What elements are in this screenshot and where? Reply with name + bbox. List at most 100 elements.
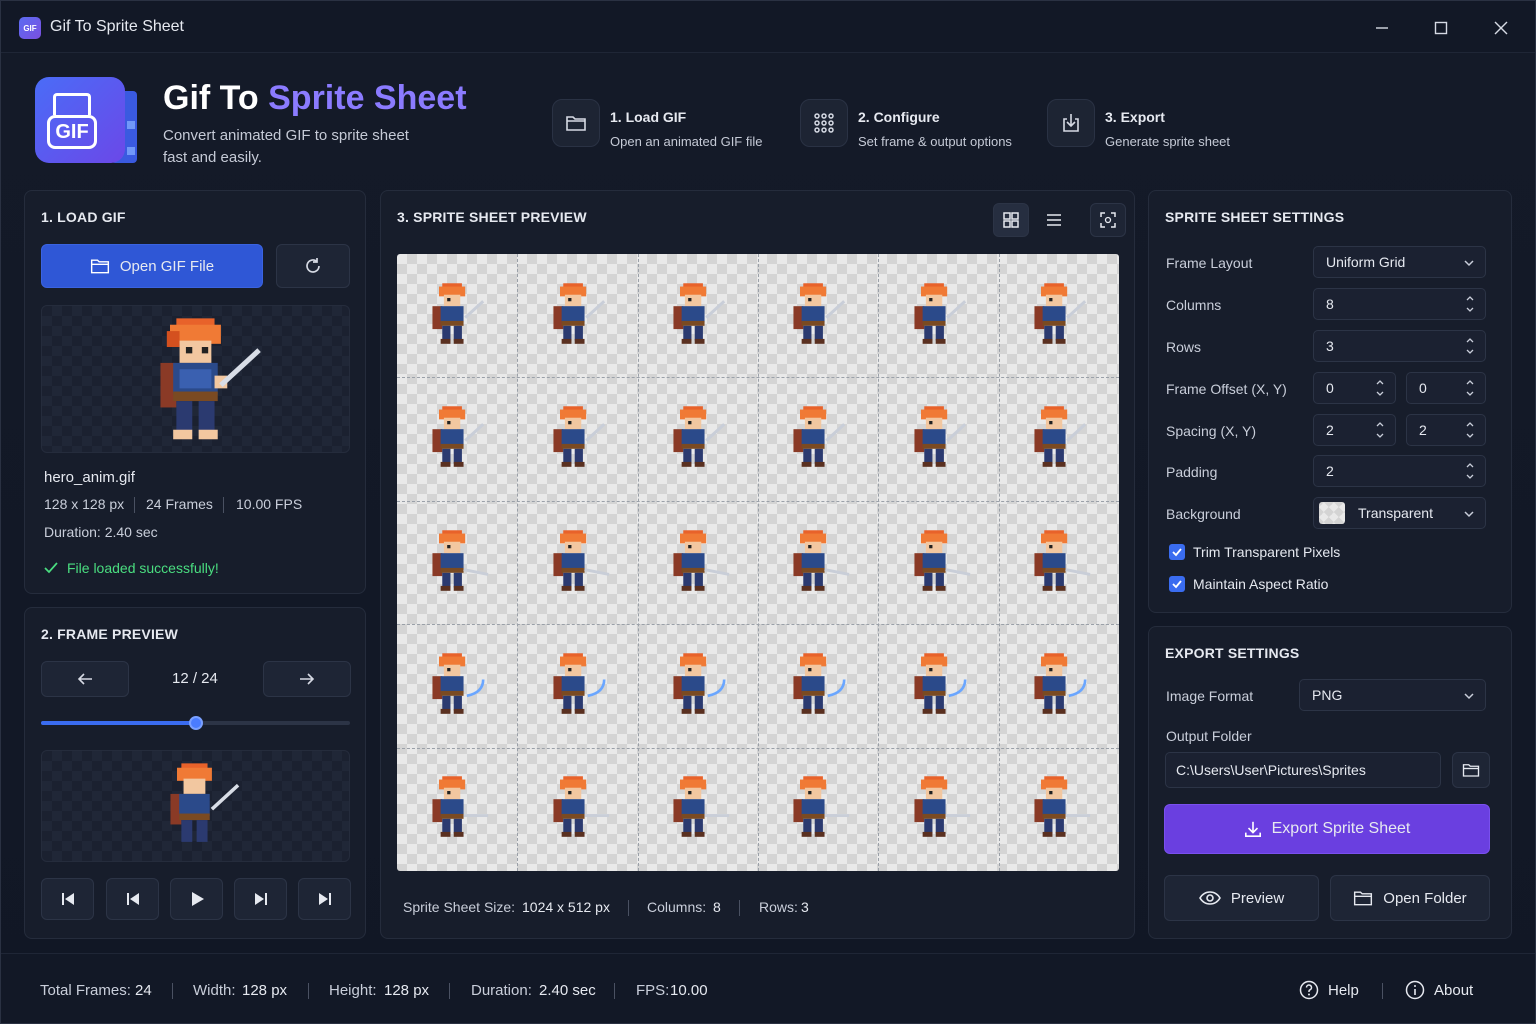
columns-stepper[interactable]: 8 [1313, 288, 1486, 320]
minimize-button[interactable] [1367, 13, 1397, 43]
last-frame-button[interactable] [298, 878, 351, 920]
sprite-frame[interactable] [1026, 773, 1092, 850]
grid-line [397, 747, 1119, 749]
sprite-frame[interactable] [545, 773, 611, 850]
status-total-frames: 24 [135, 982, 152, 999]
sprite-frame[interactable] [424, 280, 490, 357]
frame-layout-label: Frame Layout [1166, 255, 1253, 271]
sprite-frame[interactable] [665, 280, 731, 357]
grid-view-icon [1003, 212, 1019, 228]
help-button[interactable]: Help [1299, 978, 1359, 1002]
close-button[interactable] [1486, 13, 1516, 43]
sprite-frame[interactable] [906, 527, 972, 604]
hero-sprite-image [552, 776, 609, 838]
sprite-frame[interactable] [545, 650, 611, 727]
sprite-frame[interactable] [665, 403, 731, 480]
trim-checkbox[interactable] [1169, 544, 1185, 560]
sprite-frame[interactable] [785, 403, 851, 480]
output-folder-input[interactable]: C:\Users\User\Pictures\Sprites [1165, 752, 1441, 788]
folder-icon [1354, 891, 1373, 906]
sprite-frame[interactable] [545, 280, 611, 357]
hero-sprite-image [160, 318, 261, 440]
fit-view-button[interactable] [1090, 203, 1126, 237]
sprite-frame[interactable] [545, 527, 611, 604]
window-title: Gif To Sprite Sheet [50, 18, 184, 35]
grid-line [397, 624, 1119, 626]
sprite-frame[interactable] [1026, 650, 1092, 727]
hero-sprite-image [432, 776, 489, 838]
prev-frame-button[interactable] [41, 661, 129, 697]
rows-stepper[interactable]: 3 [1313, 330, 1486, 362]
reload-button[interactable] [276, 244, 350, 288]
sprite-frame[interactable] [906, 650, 972, 727]
aspect-ratio-checkbox[interactable] [1169, 576, 1185, 592]
background-select[interactable]: Transparent [1313, 497, 1486, 529]
app-logo: GIF [35, 77, 137, 165]
status-width: 128 px [242, 982, 288, 999]
status-width-label: Width: [193, 982, 236, 999]
spacing-label: Spacing (X, Y) [1166, 423, 1257, 439]
browse-folder-button[interactable] [1452, 752, 1490, 788]
sprite-frame[interactable] [665, 650, 731, 727]
spacing-x-stepper[interactable]: 2 [1313, 414, 1396, 446]
current-frame-image [170, 763, 240, 842]
sprite-frame[interactable] [424, 773, 490, 850]
about-button[interactable]: About [1405, 978, 1473, 1002]
sprite-frame[interactable] [1026, 403, 1092, 480]
spacing-y-stepper[interactable]: 2 [1406, 414, 1486, 446]
step-forward-button[interactable] [234, 878, 287, 920]
frame-layout-select[interactable]: Uniform Grid [1313, 246, 1486, 278]
preview-button[interactable]: Preview [1164, 875, 1319, 921]
grid-view-button[interactable] [993, 203, 1029, 237]
sprite-frame[interactable] [906, 773, 972, 850]
sprite-frame[interactable] [545, 403, 611, 480]
sprite-frame[interactable] [424, 403, 490, 480]
hero-sprite-image [793, 653, 846, 714]
offset-x-stepper[interactable]: 0 [1313, 372, 1396, 404]
sprite-frame[interactable] [1026, 527, 1092, 604]
first-frame-button[interactable] [41, 878, 94, 920]
grid-line [397, 377, 1119, 379]
sprite-frame[interactable] [785, 527, 851, 604]
frame-slider[interactable] [41, 716, 350, 730]
hero-sprite-image [913, 776, 970, 838]
export-sprite-sheet-button[interactable]: Export Sprite Sheet [1164, 804, 1490, 854]
list-view-button[interactable] [1036, 203, 1072, 237]
sprite-frame[interactable] [906, 280, 972, 357]
info-icon [1405, 980, 1425, 1000]
frame-preview-panel: 2. FRAME PREVIEW 12 / 24 [24, 607, 366, 939]
sprite-frame[interactable] [424, 650, 490, 727]
padding-stepper[interactable]: 2 [1313, 455, 1486, 487]
sprite-frame[interactable] [906, 403, 972, 480]
sprite-frame[interactable] [785, 773, 851, 850]
sheet-size-value: 1024 x 512 px [522, 899, 610, 915]
offset-y-stepper[interactable]: 0 [1406, 372, 1486, 404]
sprite-frame[interactable] [665, 773, 731, 850]
sprite-frame[interactable] [1026, 280, 1092, 357]
sprite-frame[interactable] [785, 650, 851, 727]
sprite-frame[interactable] [665, 527, 731, 604]
slider-thumb[interactable] [188, 716, 203, 730]
refresh-icon [306, 258, 320, 273]
hero-sprite-image [793, 776, 850, 838]
current-frame-preview [41, 750, 350, 862]
image-format-select[interactable]: PNG [1299, 679, 1486, 711]
open-gif-button[interactable]: Open GIF File [41, 244, 263, 288]
next-frame-button[interactable] [263, 661, 351, 697]
step-forward-icon [254, 893, 267, 905]
play-button[interactable] [170, 878, 223, 920]
sprite-sheet-preview-panel: 3. SPRITE SHEET PREVIEW Sprite Sheet Siz… [380, 190, 1135, 939]
grid-line [397, 500, 1119, 502]
sprite-frame[interactable] [785, 280, 851, 357]
hero-sprite-image [673, 776, 729, 838]
maximize-button[interactable] [1426, 13, 1456, 43]
frame-counter: 12 / 24 [172, 670, 218, 687]
step-back-button[interactable] [106, 878, 159, 920]
open-folder-button[interactable]: Open Folder [1330, 875, 1490, 921]
file-fps: 10.00 FPS [236, 496, 303, 512]
sprite-frame[interactable] [424, 527, 490, 604]
columns-label: Columns [1166, 297, 1222, 313]
grid-line [878, 254, 880, 871]
sheet-size-label: Sprite Sheet Size: [403, 899, 516, 915]
grid-line [517, 254, 519, 871]
